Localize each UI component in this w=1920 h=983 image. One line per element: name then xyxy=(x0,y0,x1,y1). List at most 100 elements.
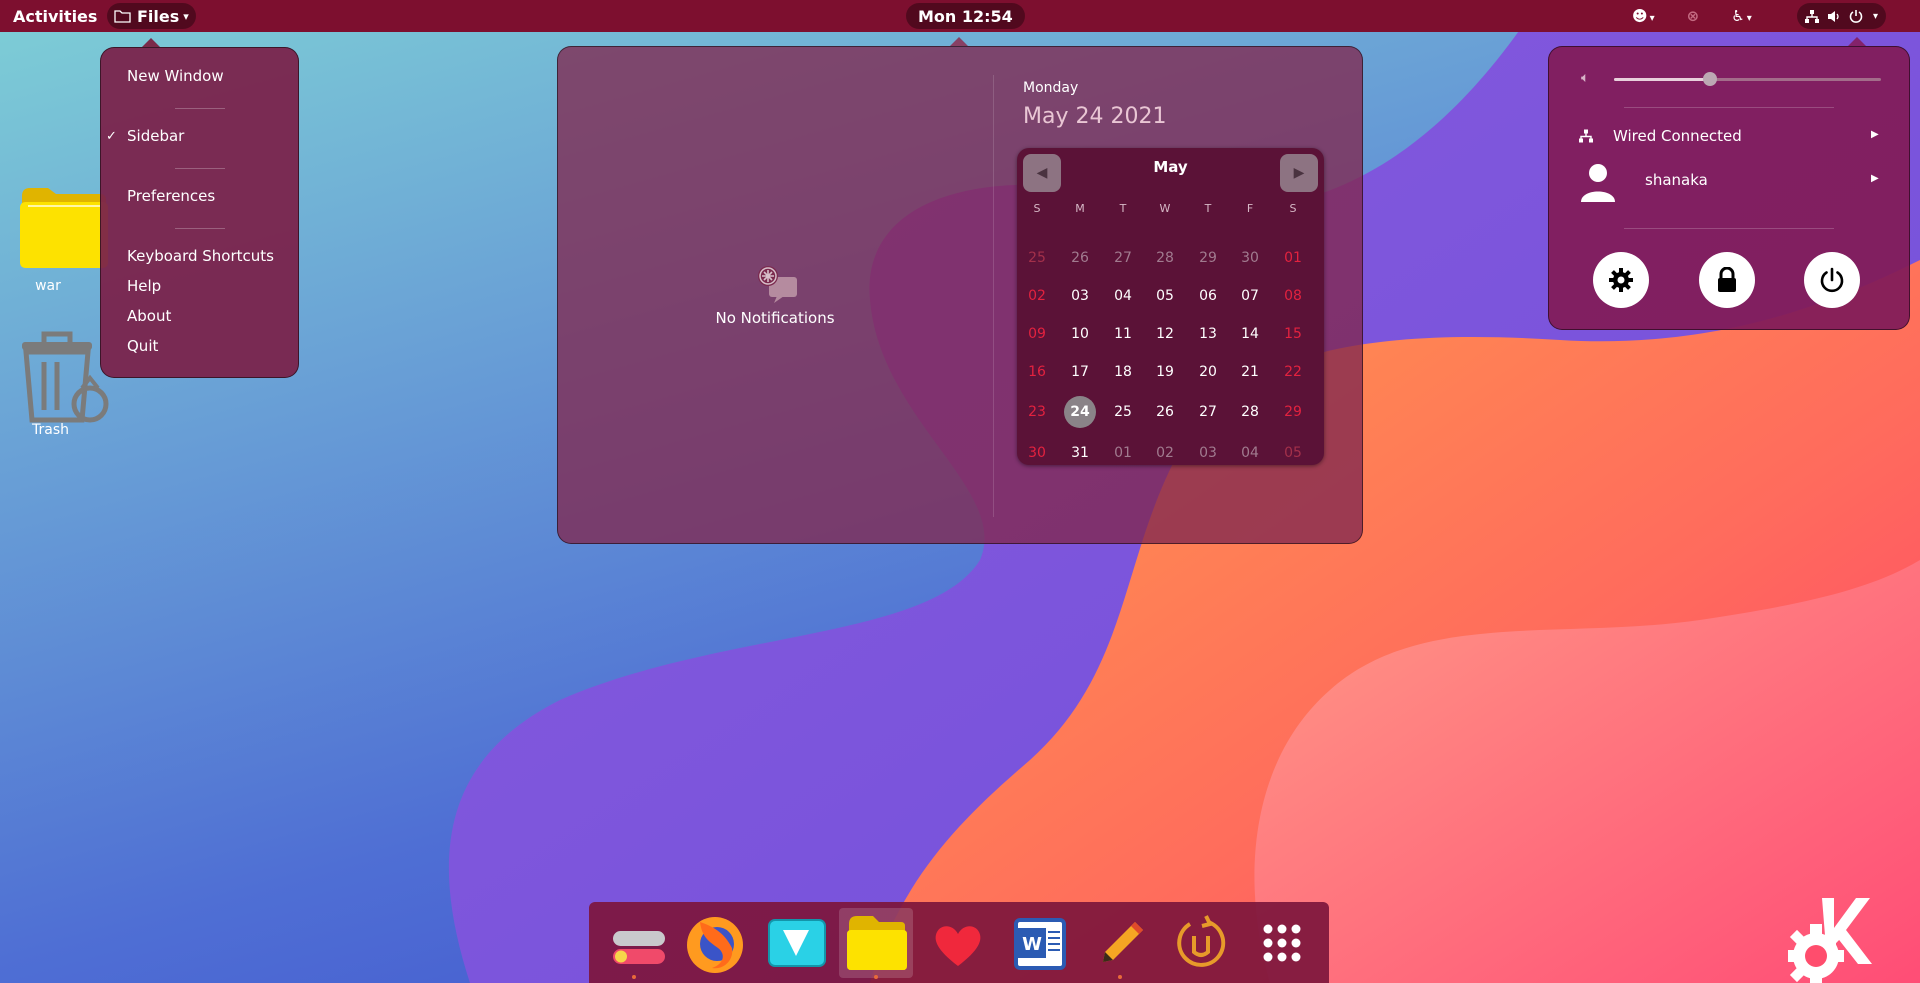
calendar-day-today[interactable]: 24 xyxy=(1064,396,1096,428)
user-label: shanaka xyxy=(1645,171,1708,189)
dock-vector-app[interactable] xyxy=(761,908,831,978)
activities-button[interactable]: Activities xyxy=(13,0,97,32)
calendar-day[interactable]: 31 xyxy=(1063,438,1097,468)
timeshift-icon xyxy=(1177,915,1226,967)
calendar-date[interactable]: May 24 2021 xyxy=(1023,104,1166,129)
dock-pencil-app[interactable] xyxy=(1085,908,1155,979)
calendar-day[interactable]: 29 xyxy=(1191,243,1225,273)
calendar-day[interactable]: 12 xyxy=(1148,319,1182,349)
weekday-label: T xyxy=(1204,202,1212,215)
settings-button[interactable] xyxy=(1593,252,1649,308)
menu-item-quit[interactable]: Quit xyxy=(127,337,158,355)
calendar-day[interactable]: 06 xyxy=(1191,281,1225,311)
app-menu-button[interactable]: Files ▾ xyxy=(107,3,196,29)
input-method-icon[interactable]: ☻ ▾ xyxy=(1632,7,1655,25)
volume-low-icon: 🔈︎ xyxy=(1581,70,1590,86)
menu-item-sidebar[interactable]: Sidebar xyxy=(127,127,184,145)
calendar-day[interactable]: 29 xyxy=(1276,397,1310,427)
calendar-day[interactable]: 26 xyxy=(1148,397,1182,427)
calendar-day[interactable]: 26 xyxy=(1063,243,1097,273)
calendar-day[interactable]: 25 xyxy=(1106,397,1140,427)
calendar-day[interactable]: 02 xyxy=(1148,438,1182,468)
weekday-label: T xyxy=(1119,202,1127,215)
system-menu-button[interactable]: ▾ xyxy=(1797,3,1887,29)
calendar-day[interactable]: 25 xyxy=(1020,243,1054,273)
menu-separator xyxy=(175,168,225,169)
top-bar: Activities Files ▾ Mon 12:54 ☻ ▾ ⊗ ♿ ▾ ▾ xyxy=(0,0,1920,32)
calendar-month: May xyxy=(1153,158,1188,176)
chevron-right-icon: ▶ xyxy=(1871,129,1879,140)
calendar-day[interactable]: 15 xyxy=(1276,319,1310,349)
network-row[interactable]: Wired Connected ▶ xyxy=(1549,121,1909,153)
calendar-day[interactable]: 19 xyxy=(1148,357,1182,387)
dock-todo-app[interactable] xyxy=(599,908,669,979)
user-row[interactable]: shanaka ▶ xyxy=(1549,164,1909,202)
calendar-day[interactable]: 01 xyxy=(1106,438,1140,468)
calendar-day[interactable]: 07 xyxy=(1233,281,1267,311)
calendar-day[interactable]: 28 xyxy=(1233,397,1267,427)
calendar-day[interactable]: 05 xyxy=(1276,438,1310,468)
calendar-day[interactable]: 14 xyxy=(1233,319,1267,349)
chevron-right-icon: ▶ xyxy=(1871,173,1879,184)
running-indicator xyxy=(1118,975,1122,979)
dock-word[interactable]: W xyxy=(1004,908,1074,978)
power-off-button[interactable] xyxy=(1804,252,1860,308)
calendar-day[interactable]: 11 xyxy=(1106,319,1140,349)
calendar-day[interactable]: 01 xyxy=(1276,243,1310,273)
kde-logo xyxy=(1788,898,1872,983)
calendar-day[interactable]: 27 xyxy=(1106,243,1140,273)
volume-slider-handle[interactable] xyxy=(1703,72,1718,86)
accessibility-icon[interactable]: ♿ ▾ xyxy=(1731,7,1751,25)
calendar-day[interactable]: 10 xyxy=(1063,319,1097,349)
calendar-day[interactable]: 16 xyxy=(1020,357,1054,387)
next-month-button[interactable]: ▶ xyxy=(1280,154,1318,192)
calendar-day[interactable]: 28 xyxy=(1148,243,1182,273)
calendar-day[interactable]: 22 xyxy=(1276,357,1310,387)
firefox-icon xyxy=(687,917,743,973)
folder-icon xyxy=(20,188,108,268)
calendar-day[interactable]: 03 xyxy=(1191,438,1225,468)
calendar-day[interactable]: 21 xyxy=(1233,357,1267,387)
running-indicator xyxy=(632,975,636,979)
notification-list: No Notifications xyxy=(558,47,992,543)
calendar-day[interactable]: 20 xyxy=(1191,357,1225,387)
calendar-day[interactable]: 18 xyxy=(1106,357,1140,387)
calendar-day[interactable]: 04 xyxy=(1233,438,1267,468)
menu-item-keyboard-shortcuts[interactable]: Keyboard Shortcuts xyxy=(127,247,274,265)
calendar-day[interactable]: 13 xyxy=(1191,319,1225,349)
calendar-day[interactable]: 30 xyxy=(1020,438,1054,468)
dock-heart-app[interactable] xyxy=(923,908,993,978)
menu-item-new-window[interactable]: New Window xyxy=(127,67,224,85)
calendar-day[interactable]: 02 xyxy=(1020,281,1054,311)
user-icon xyxy=(1581,164,1615,202)
disconnect-icon[interactable]: ⊗ xyxy=(1687,7,1700,25)
menu-item-preferences[interactable]: Preferences xyxy=(127,187,215,205)
dock-timeshift[interactable] xyxy=(1166,908,1236,978)
clock-button[interactable]: Mon 12:54 xyxy=(906,3,1025,29)
dock-firefox[interactable] xyxy=(680,908,750,978)
folder-icon xyxy=(114,10,131,23)
calendar-day[interactable]: 08 xyxy=(1276,281,1310,311)
system-menu-arrow xyxy=(1848,37,1866,46)
calendar-day[interactable]: 23 xyxy=(1020,397,1054,427)
tray-indicators: ☻ ▾ ⊗ ♿ ▾ xyxy=(1632,0,1752,32)
calendar-day[interactable]: 17 xyxy=(1063,357,1097,387)
lock-button[interactable] xyxy=(1699,252,1755,308)
menu-item-about[interactable]: About xyxy=(127,307,171,325)
calendar-day-name: Monday xyxy=(1023,80,1079,96)
dock-files[interactable] xyxy=(839,908,913,979)
desktop-trash[interactable]: Trash xyxy=(20,328,110,438)
calendar-day[interactable]: 27 xyxy=(1191,397,1225,427)
calendar-day[interactable]: 03 xyxy=(1063,281,1097,311)
network-label: Wired Connected xyxy=(1613,127,1742,145)
weekday-label: W xyxy=(1159,202,1171,215)
calendar-day[interactable]: 04 xyxy=(1106,281,1140,311)
calendar-day[interactable]: 30 xyxy=(1233,243,1267,273)
menu-item-help[interactable]: Help xyxy=(127,277,161,295)
dock-show-apps[interactable] xyxy=(1247,908,1317,978)
menu-separator xyxy=(175,228,225,229)
no-notifications-label: No Notifications xyxy=(715,309,835,327)
calendar-day[interactable]: 05 xyxy=(1148,281,1182,311)
desktop-folder-war[interactable]: war xyxy=(18,186,108,294)
calendar-day[interactable]: 09 xyxy=(1020,319,1054,349)
